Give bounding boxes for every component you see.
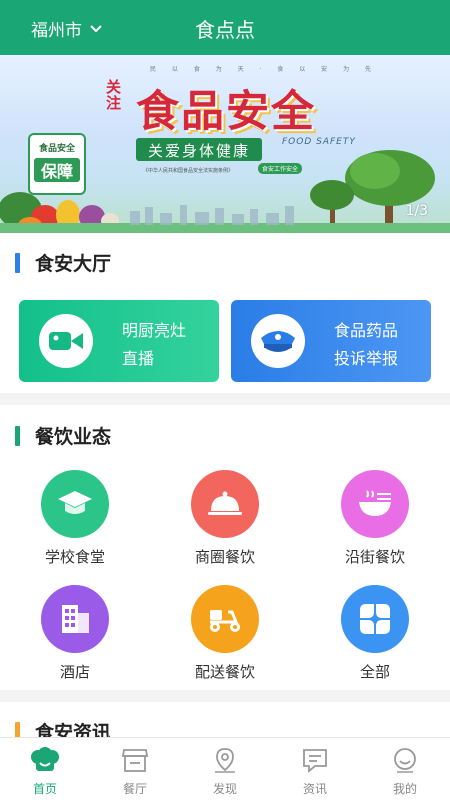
card-line2: 直播 [122, 349, 155, 368]
location-pin-icon [215, 748, 235, 773]
restaurant-store-icon [121, 749, 149, 772]
carousel-counter: 1/3 [405, 203, 428, 219]
section-accent-bar [15, 425, 20, 446]
home-chef-icon [31, 747, 59, 771]
four-petal-grid-icon [341, 585, 409, 653]
category-delivery[interactable]: 配送餐饮 [170, 585, 280, 682]
delivery-scooter-icon [191, 585, 259, 653]
tab-restaurant[interactable]: 餐厅 [90, 738, 180, 800]
banner-slogan: 民 以 食 为 天 · 食 以 安 为 先 [150, 66, 378, 73]
complaint-report-card[interactable]: 食品药品 投诉举报 [231, 300, 431, 382]
bottom-tab-bar: 首页 餐厅 发现 资讯 我的 [0, 737, 450, 800]
tab-label: 首页 [32, 782, 57, 796]
badge-top-text: 食品安全 [38, 144, 75, 154]
banner-carousel[interactable]: 民 以 食 为 天 · 食 以 安 为 先 关注 食品安全 关爱身体健康 FOO… [0, 55, 450, 233]
card-line1: 明厨亮灶 [122, 321, 187, 340]
kitchen-live-card[interactable]: 明厨亮灶 直播 [19, 300, 219, 382]
category-school-canteen[interactable]: 学校食堂 [20, 470, 130, 567]
noodle-bowl-icon [341, 470, 409, 538]
card-line2: 投诉举报 [334, 349, 399, 368]
category-label: 沿街餐饮 [344, 548, 405, 566]
tab-discover[interactable]: 发现 [180, 738, 270, 800]
banner-headline: 食品安全 [136, 87, 316, 137]
hall-section-title: 食安大厅 [15, 249, 111, 276]
dining-section-title: 餐饮业态 [15, 422, 111, 449]
category-all[interactable]: 全部 [320, 585, 430, 682]
smiley-profile-icon [394, 748, 416, 773]
tab-label: 发现 [212, 782, 237, 796]
police-cap-icon [251, 314, 305, 368]
safety-badge: 食品安全 保障 [28, 133, 86, 195]
city-skyline [0, 205, 450, 233]
app-title: 食点点 [195, 18, 255, 42]
video-camera-icon [39, 314, 93, 368]
message-icon [303, 749, 327, 773]
card-line1: 食品药品 [334, 321, 399, 340]
banner-subtitle: 关爱身体健康 [136, 138, 263, 161]
top-header: 福州市 食点点 [0, 0, 450, 55]
tab-label: 资讯 [302, 782, 327, 796]
badge-main-text: 保障 [34, 158, 80, 182]
category-label: 学校食堂 [44, 548, 105, 566]
category-street-dining[interactable]: 沿街餐饮 [320, 470, 430, 567]
tab-label: 我的 [392, 782, 417, 796]
banner-law-text: 《中华人民共和国食品安全法实施条例》 [143, 168, 234, 174]
banner-pre-text: 关注 [106, 78, 122, 112]
category-label: 酒店 [59, 663, 90, 681]
banner-law-tag: 食安工作安全 [258, 163, 303, 174]
food-cloche-icon [191, 470, 259, 538]
graduation-cap-icon [41, 470, 109, 538]
tab-profile[interactable]: 我的 [360, 738, 450, 800]
section-title-text: 餐饮业态 [35, 426, 112, 448]
category-label: 商圈餐饮 [194, 548, 255, 566]
category-label: 配送餐饮 [194, 663, 255, 681]
hotel-building-icon [41, 585, 109, 653]
section-accent-bar [15, 252, 20, 273]
category-label: 全部 [359, 663, 390, 681]
category-business-dining[interactable]: 商圈餐饮 [170, 470, 280, 567]
section-title-text: 食安大厅 [35, 253, 112, 275]
tab-news[interactable]: 资讯 [270, 738, 360, 800]
news-section: 食安资讯 [0, 702, 450, 744]
tab-label: 餐厅 [122, 782, 147, 796]
tab-home[interactable]: 首页 [0, 738, 90, 800]
category-hotel[interactable]: 酒店 [20, 585, 130, 682]
